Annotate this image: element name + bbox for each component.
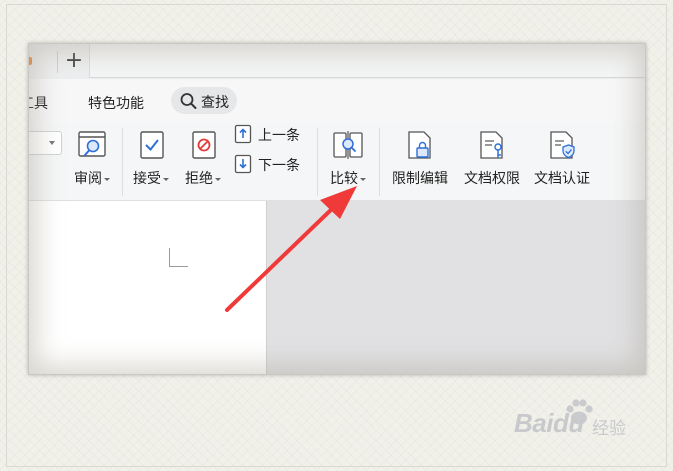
watermark-brand: Baidu [514,408,584,438]
baidu-jingyan-watermark: Baidu 经验 [514,398,639,440]
watermark-suffix: 经验 [592,419,626,439]
arrow-shaft [225,203,338,312]
